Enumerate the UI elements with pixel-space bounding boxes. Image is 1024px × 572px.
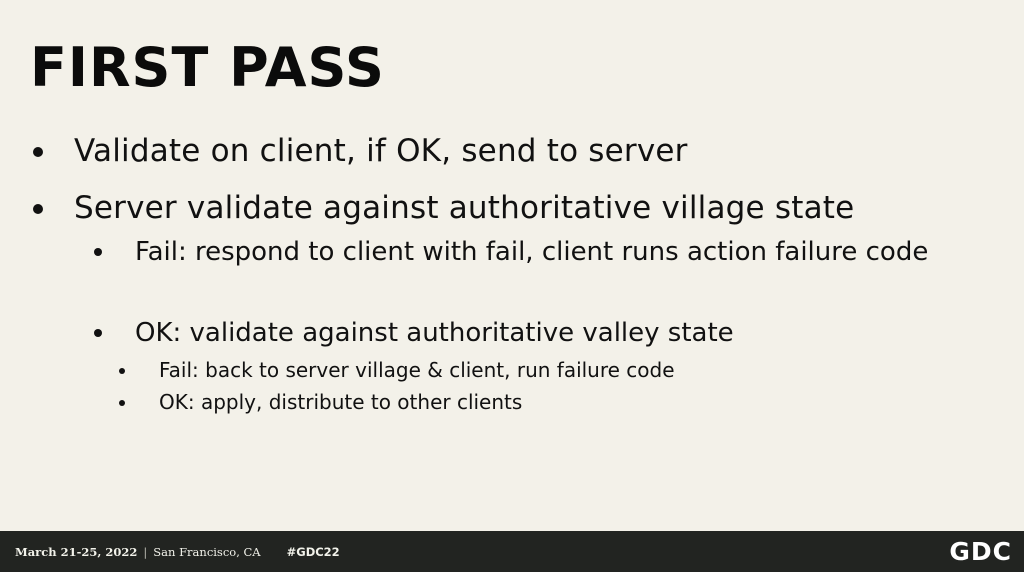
slide: FIRST PASS Validate on client, if OK, se… bbox=[0, 0, 1024, 531]
sub-bullet-text: OK: validate against authoritative valle… bbox=[135, 318, 734, 348]
footer-info: March 21-25, 2022 | San Francisco, CA #GDC2… bbox=[15, 544, 340, 560]
bullet-dot-icon bbox=[119, 400, 125, 406]
bullet-text: Validate on client, if OK, send to serve… bbox=[74, 133, 688, 169]
bullet-dot-icon bbox=[94, 329, 102, 337]
bullet-item: Server validate against authoritative vi… bbox=[33, 189, 855, 227]
sub-sub-bullet-text: OK: apply, distribute to other clients bbox=[159, 390, 523, 414]
event-date: March 21-25, 2022 bbox=[15, 545, 138, 559]
sub-sub-bullet-item: OK: apply, distribute to other clients bbox=[119, 387, 523, 417]
sub-bullet-item: Fail: respond to client with fail, clien… bbox=[94, 232, 1005, 272]
footer-separator: | bbox=[143, 545, 148, 559]
event-location: San Francisco, CA bbox=[153, 545, 261, 559]
bullet-dot-icon bbox=[119, 368, 125, 374]
gdc-logo: GDC bbox=[949, 537, 1012, 566]
bullet-item: Validate on client, if OK, send to serve… bbox=[33, 132, 688, 170]
bullet-dot-icon bbox=[33, 204, 43, 214]
sub-sub-bullet-item: Fail: back to server village & client, r… bbox=[119, 355, 675, 385]
bullet-list: Validate on client, if OK, send to serve… bbox=[0, 0, 1024, 531]
bullet-dot-icon bbox=[94, 248, 102, 256]
bullet-dot-icon bbox=[33, 147, 43, 157]
sub-bullet-item: OK: validate against authoritative valle… bbox=[94, 313, 734, 353]
sub-bullet-text: Fail: respond to client with fail, clien… bbox=[135, 237, 929, 267]
event-hashtag: #GDC22 bbox=[286, 545, 340, 559]
sub-sub-bullet-text: Fail: back to server village & client, r… bbox=[159, 358, 675, 382]
bullet-text: Server validate against authoritative vi… bbox=[74, 190, 855, 226]
slide-footer: March 21-25, 2022 | San Francisco, CA #GDC2… bbox=[0, 531, 1024, 572]
